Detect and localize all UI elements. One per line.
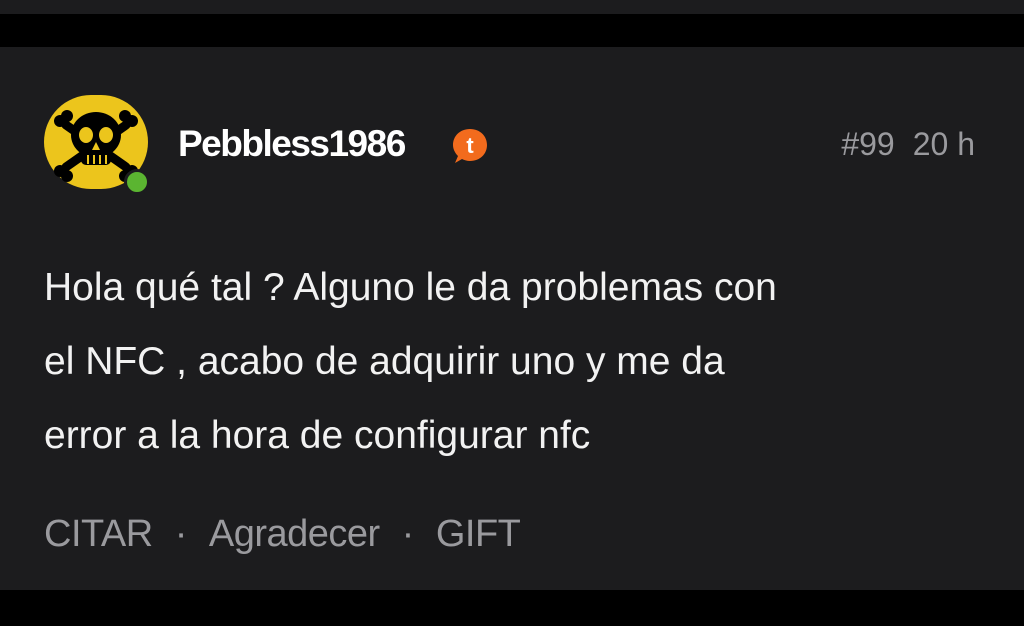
chat-bubble-t-icon: t bbox=[453, 129, 487, 163]
bottom-divider bbox=[0, 590, 1024, 626]
forum-post: Pebbless1986 t #99 20 h Hola qué tal ? Al… bbox=[0, 47, 1024, 590]
gift-button[interactable]: GIFT bbox=[436, 513, 521, 555]
online-status-indicator bbox=[124, 169, 150, 195]
post-actions: CITAR · Agradecer · GIFT bbox=[44, 513, 521, 556]
action-separator: · bbox=[401, 513, 415, 555]
thank-button[interactable]: Agradecer bbox=[209, 513, 380, 555]
quote-button[interactable]: CITAR bbox=[44, 513, 153, 555]
avatar[interactable] bbox=[44, 95, 150, 195]
post-number[interactable]: #99 bbox=[841, 126, 894, 162]
post-body-line: Hola qué tal ? Alguno le da problemas co… bbox=[44, 266, 777, 309]
post-author-username[interactable]: Pebbless1986 bbox=[178, 123, 406, 165]
top-divider bbox=[0, 0, 1024, 14]
post-body-line: error a la hora de configurar nfc bbox=[44, 414, 591, 457]
post-time: 20 h bbox=[912, 126, 975, 162]
post-meta: #99 20 h bbox=[841, 126, 975, 163]
post-body-line: el NFC , acabo de adquirir uno y me da bbox=[44, 340, 725, 383]
badge-letter: t bbox=[466, 133, 474, 158]
action-separator: · bbox=[174, 513, 188, 555]
post-body: Hola qué tal ? Alguno le da problemas co… bbox=[44, 251, 974, 473]
